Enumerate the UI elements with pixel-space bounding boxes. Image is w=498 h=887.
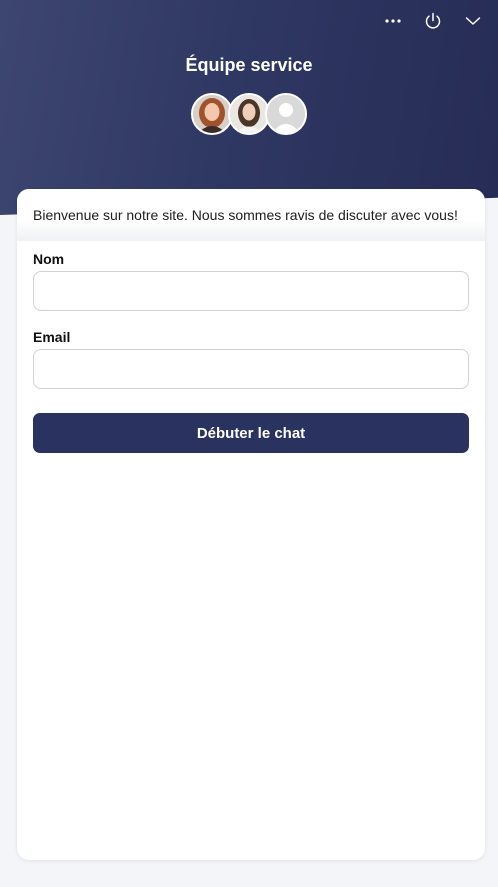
more-horizontal-icon [385,19,401,23]
team-title: Équipe service [185,55,313,75]
user-placeholder-icon [267,95,305,133]
end-chat-button[interactable] [420,8,446,34]
prechat-form-card: Bienvenue sur notre site. Nous sommes ra… [17,189,485,860]
name-input[interactable] [33,271,469,311]
agent-avatar [228,93,270,135]
power-icon [425,12,441,29]
chevron-down-icon [465,17,481,25]
agent-photo-icon [230,95,268,133]
start-chat-button[interactable]: Débuter le chat [33,413,469,453]
agent-avatars [0,93,498,135]
welcome-message: Bienvenue sur notre site. Nous sommes ra… [17,189,485,241]
header-controls [380,8,486,34]
agent-avatar [191,93,233,135]
agent-photo-icon [193,95,231,133]
name-label: Nom [33,251,65,267]
email-input[interactable] [33,349,469,389]
more-options-button[interactable] [380,8,406,34]
agent-avatar-placeholder [265,93,307,135]
minimize-button[interactable] [460,8,486,34]
email-label: Email [33,329,71,345]
